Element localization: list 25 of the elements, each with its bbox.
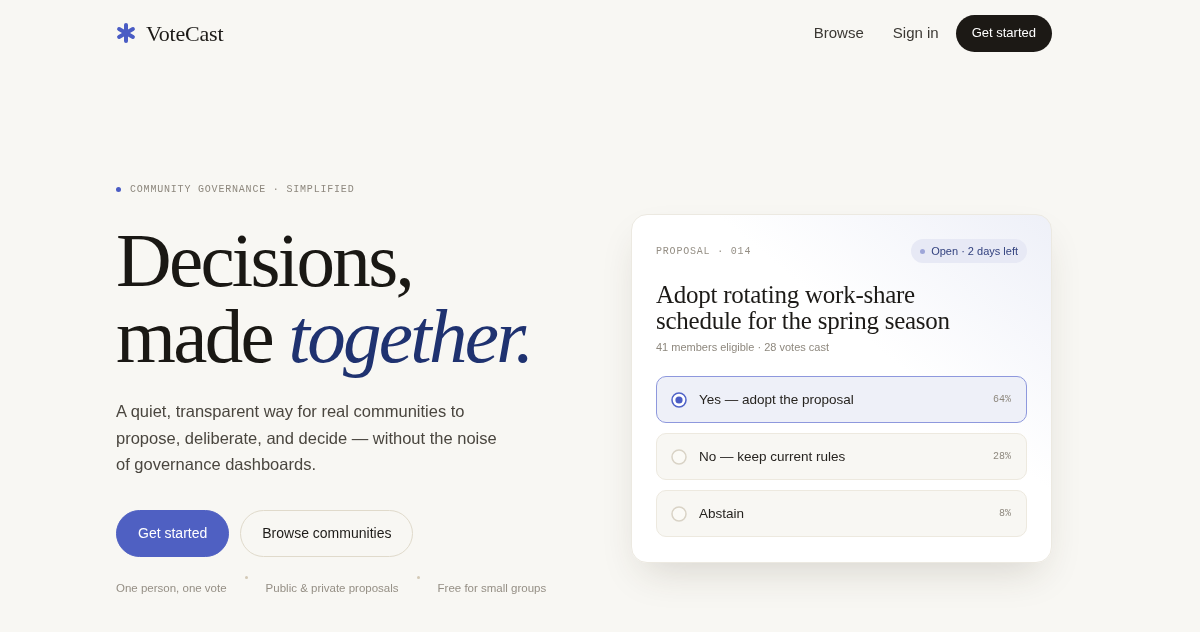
proposal-number-label: PROPOSAL · 014 bbox=[656, 244, 752, 259]
status-badge: Open · 2 days left bbox=[911, 239, 1027, 264]
logo-wordmark[interactable]: VoteCast bbox=[146, 16, 224, 50]
status-dot-icon bbox=[920, 248, 926, 254]
feature-text: Public & private proposals bbox=[265, 580, 399, 596]
proposal-title: Adopt rotating work-share schedule for the spring season bbox=[656, 282, 951, 335]
feature-text: Free for small groups bbox=[437, 580, 547, 596]
dot-icon bbox=[116, 186, 121, 192]
asterisk-logo-icon bbox=[116, 23, 136, 43]
separator-dot-icon bbox=[416, 575, 420, 579]
nav-link[interactable]: Sign in bbox=[892, 21, 939, 45]
nav-link[interactable]: Browse bbox=[813, 21, 864, 45]
separator-dot-icon bbox=[244, 575, 248, 579]
radio-selected-icon bbox=[671, 391, 687, 408]
hero-description: A quiet, transparent way for real communities to propose, deliberate, and decide — without the noise of governance dashboards. bbox=[116, 401, 498, 475]
get-started-button[interactable]: Get started bbox=[955, 14, 1052, 52]
vote-option[interactable]: No — keep current rules 28% bbox=[656, 433, 1027, 481]
vote-option[interactable]: Abstain 8% bbox=[656, 490, 1027, 538]
vote-option[interactable]: Yes — adopt the proposal 64% bbox=[656, 376, 1027, 424]
radio-empty-icon bbox=[671, 448, 687, 465]
proposal-meta: 41 members eligible · 28 votes cast bbox=[656, 340, 831, 356]
eyebrow-label: COMMUNITY GOVERNANCE · SIMPLIFIED bbox=[130, 182, 355, 197]
radio-empty-icon bbox=[671, 505, 687, 522]
feature-text: One person, one vote bbox=[116, 580, 227, 596]
get-started-button[interactable]: Get started bbox=[116, 509, 230, 557]
